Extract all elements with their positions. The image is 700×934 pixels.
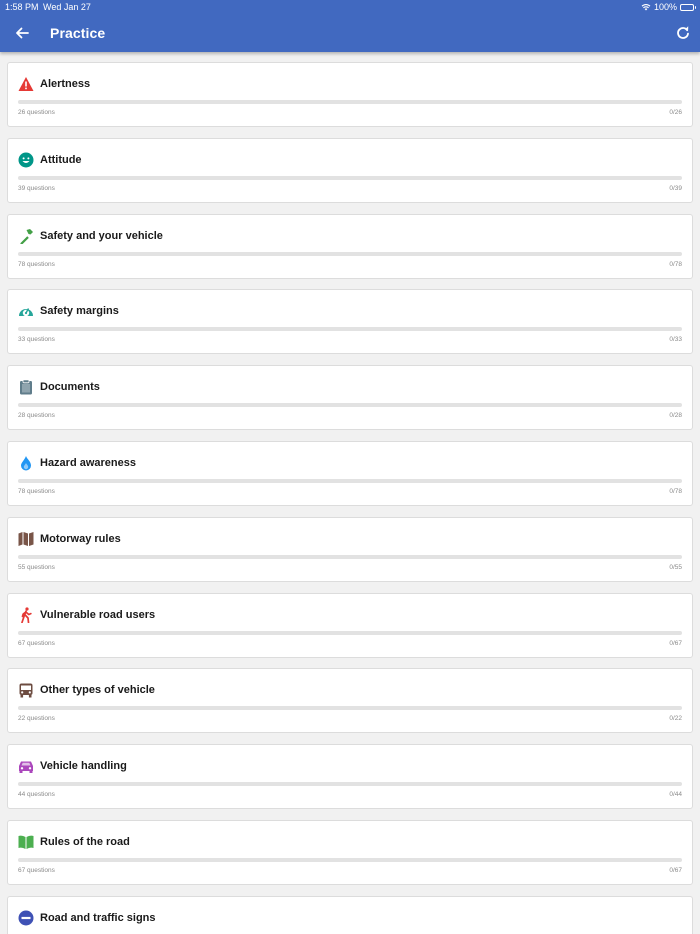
wifi-icon bbox=[641, 4, 651, 11]
category-card[interactable]: Alertness 26 questions 0/26 bbox=[7, 62, 693, 127]
back-button[interactable] bbox=[12, 24, 32, 42]
category-list[interactable]: Alertness 26 questions 0/26 Attitude 39 ques… bbox=[0, 52, 700, 934]
category-title: Alertness bbox=[40, 78, 91, 90]
category-icon bbox=[18, 531, 34, 547]
score-label: 0/78 bbox=[669, 488, 682, 495]
walking-person-icon bbox=[21, 606, 32, 623]
score-label: 0/26 bbox=[669, 109, 682, 116]
status-time: 1:58 PM bbox=[5, 2, 39, 12]
category-card[interactable]: Vehicle handling 44 questions 0/44 bbox=[7, 744, 693, 810]
category-icon bbox=[18, 228, 34, 244]
category-icon bbox=[18, 834, 34, 850]
page-title: Practice bbox=[50, 25, 106, 41]
status-bar: 1:58 PM Wed Jan 27 100% bbox=[0, 0, 700, 14]
category-title: Other types of vehicle bbox=[40, 684, 155, 697]
category-card[interactable]: Vulnerable road users 67 questions 0/67 bbox=[7, 592, 693, 658]
question-count: 67 questions bbox=[18, 639, 55, 647]
question-count: 39 questions bbox=[18, 184, 55, 192]
category-title: Vehicle handling bbox=[40, 760, 127, 773]
progress-bar bbox=[18, 251, 682, 256]
status-date: Wed Jan 27 bbox=[43, 2, 91, 12]
status-indicators: 100% bbox=[641, 0, 696, 14]
category-icon bbox=[18, 379, 34, 395]
question-count: 67 questions bbox=[18, 867, 55, 874]
question-count: 26 questions bbox=[18, 109, 55, 116]
question-count: 78 questions bbox=[18, 260, 55, 268]
score-label: 0/33 bbox=[669, 336, 682, 344]
question-count: 44 questions bbox=[18, 791, 55, 799]
category-card[interactable]: Documents 28 questions 0/28 bbox=[7, 365, 693, 431]
category-title: Hazard awareness bbox=[40, 457, 136, 469]
car-icon bbox=[19, 761, 33, 774]
clipboard-icon bbox=[20, 379, 32, 395]
smiley-icon bbox=[18, 152, 34, 168]
refresh-icon bbox=[677, 26, 689, 39]
progress-bar bbox=[18, 479, 682, 483]
category-icon bbox=[18, 455, 34, 471]
progress-bar bbox=[18, 630, 682, 635]
category-title: Safety margins bbox=[40, 305, 119, 318]
map-icon bbox=[18, 531, 34, 546]
category-card[interactable]: Hazard awareness 78 questions 0/78 bbox=[7, 441, 693, 506]
battery-icon bbox=[680, 3, 696, 11]
flame-icon bbox=[21, 456, 31, 471]
category-icon bbox=[18, 76, 34, 92]
no-entry-icon bbox=[18, 910, 34, 926]
arrow-left-icon bbox=[16, 27, 29, 39]
progress-bar bbox=[18, 100, 682, 104]
category-title: Documents bbox=[40, 381, 100, 394]
score-label: 0/44 bbox=[669, 791, 682, 799]
category-icon bbox=[18, 152, 34, 168]
category-card[interactable]: Safety margins 33 questions 0/33 bbox=[7, 289, 693, 355]
battery-percent: 100% bbox=[653, 2, 677, 12]
category-title: Motorway rules bbox=[40, 532, 121, 545]
warning-icon bbox=[18, 77, 34, 91]
hammer-icon bbox=[20, 228, 33, 244]
progress-bar bbox=[18, 554, 682, 559]
score-label: 0/22 bbox=[669, 715, 682, 723]
progress-bar bbox=[18, 782, 682, 787]
progress-bar bbox=[18, 706, 682, 711]
category-card[interactable]: Other types of vehicle 22 questions 0/22 bbox=[7, 668, 693, 734]
category-icon bbox=[18, 682, 34, 698]
category-icon bbox=[18, 910, 34, 926]
progress-bar bbox=[18, 327, 682, 332]
score-label: 0/67 bbox=[669, 867, 682, 874]
progress-bar bbox=[18, 858, 682, 862]
speedometer-icon bbox=[19, 308, 33, 317]
category-card[interactable]: Motorway rules 55 questions 0/55 bbox=[7, 516, 693, 582]
score-label: 0/39 bbox=[669, 184, 682, 192]
category-card[interactable]: Safety and your vehicle 78 questions 0/78 bbox=[7, 213, 693, 279]
category-title: Rules of the road bbox=[40, 836, 130, 848]
score-label: 0/55 bbox=[669, 563, 682, 571]
score-label: 0/28 bbox=[669, 412, 682, 420]
score-label: 0/78 bbox=[669, 260, 682, 268]
score-label: 0/67 bbox=[669, 639, 682, 647]
question-count: 28 questions bbox=[18, 412, 55, 420]
app-bar: 1:58 PM Wed Jan 27 100% Practice bbox=[0, 0, 700, 52]
category-title: Safety and your vehicle bbox=[40, 229, 163, 242]
category-card[interactable]: Road and traffic signs bbox=[7, 895, 693, 934]
category-title: Vulnerable road users bbox=[40, 608, 156, 621]
progress-bar bbox=[18, 175, 682, 180]
category-card[interactable]: Attitude 39 questions 0/39 bbox=[7, 137, 693, 203]
category-title: Attitude bbox=[40, 153, 82, 166]
book-icon bbox=[18, 835, 34, 849]
bus-icon bbox=[19, 683, 33, 698]
category-title: Road and traffic signs bbox=[40, 911, 156, 924]
category-icon bbox=[18, 606, 34, 623]
question-count: 22 questions bbox=[18, 715, 55, 723]
question-count: 33 questions bbox=[18, 336, 55, 344]
category-icon bbox=[18, 758, 34, 774]
refresh-button[interactable] bbox=[674, 24, 692, 42]
question-count: 78 questions bbox=[18, 488, 55, 495]
progress-bar bbox=[18, 403, 682, 408]
question-count: 55 questions bbox=[18, 563, 55, 571]
category-icon bbox=[18, 303, 34, 319]
category-card[interactable]: Rules of the road 67 questions 0/67 bbox=[7, 820, 693, 885]
